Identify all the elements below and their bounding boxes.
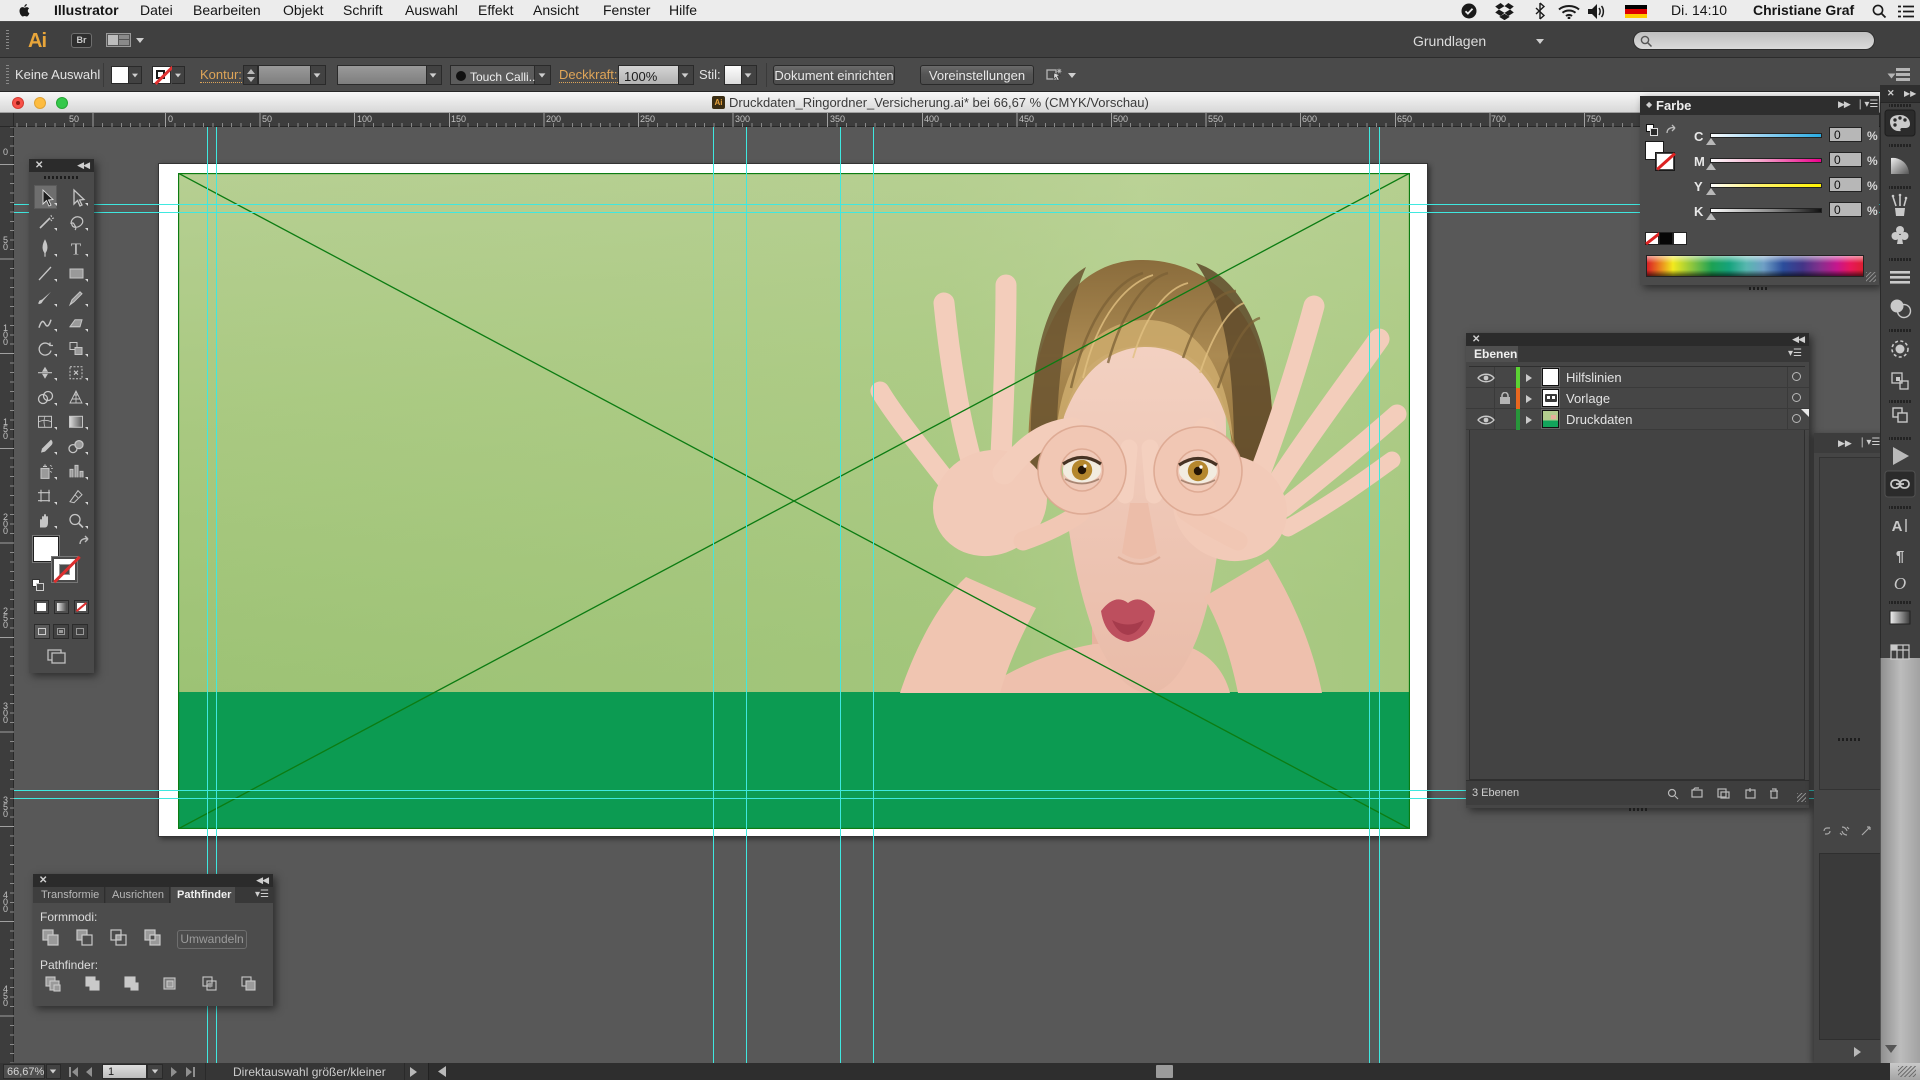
- svg-text:O: O: [1894, 574, 1906, 593]
- svg-text:¶: ¶: [1896, 548, 1904, 565]
- svg-text:A: A: [1892, 518, 1903, 535]
- svg-text:T: T: [71, 240, 82, 259]
